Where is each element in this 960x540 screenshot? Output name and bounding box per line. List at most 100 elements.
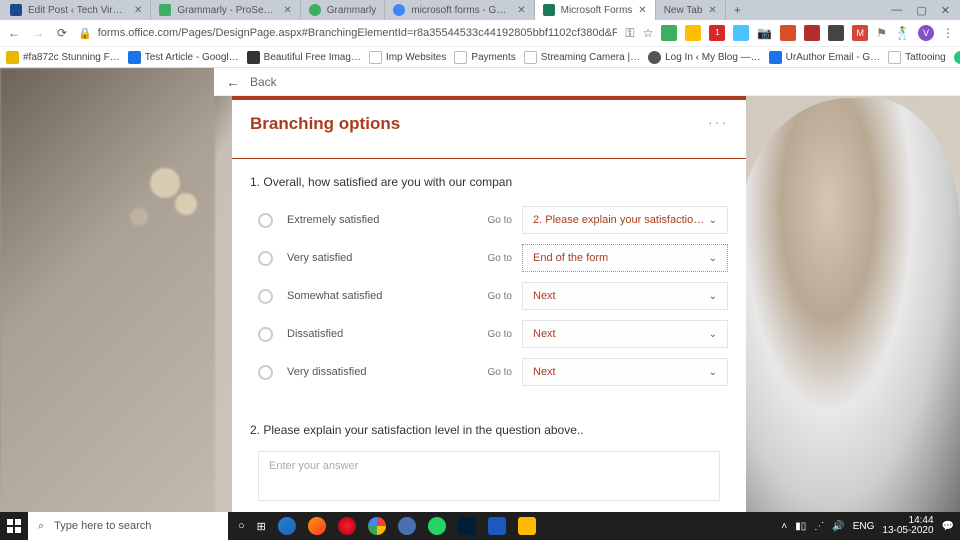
ext-flag-icon[interactable]: ⚑ <box>876 26 887 40</box>
word-icon[interactable] <box>488 517 506 535</box>
notifications-icon[interactable]: 💬 <box>942 521 954 532</box>
chromium-icon[interactable] <box>398 517 416 535</box>
tab-microsoft-forms[interactable]: Microsoft Forms✕ <box>535 0 656 20</box>
tray-volume-icon[interactable]: 🔊 <box>832 521 844 532</box>
close-window-icon[interactable]: ✕ <box>941 4 950 17</box>
bookmark-streaming[interactable]: Streaming Camera |… <box>524 51 640 64</box>
address-bar[interactable]: 🔒 forms.office.com/Pages/DesignPage.aspx… <box>78 27 617 40</box>
bookmark-tattooing[interactable]: Tattooing <box>888 51 946 64</box>
ext-mail-icon[interactable]: M <box>852 25 868 41</box>
goto-dropdown-extremely[interactable]: 2. Please explain your satisfaction leve… <box>522 206 728 234</box>
goto-dropdown-dissatisfied[interactable]: Next⌄ <box>522 320 728 348</box>
ext-dark-icon[interactable] <box>828 25 844 41</box>
tray-wifi-icon[interactable]: ⋰ <box>814 521 824 532</box>
back-label[interactable]: Back <box>250 75 277 89</box>
taskview-icon[interactable]: ⊞ <box>257 520 266 533</box>
close-icon[interactable]: ✕ <box>283 5 291 16</box>
tab-techviral[interactable]: Edit Post ‹ Tech Viral — Wor…✕ <box>2 0 151 20</box>
ext-grammarly-icon[interactable] <box>661 25 677 41</box>
bookmark-imp-websites[interactable]: Imp Websites <box>369 51 446 64</box>
tab-new[interactable]: New Tab✕ <box>656 0 726 20</box>
goto-label: Go to <box>488 291 512 302</box>
radio-icon[interactable] <box>258 251 273 266</box>
edge-icon[interactable] <box>278 517 296 535</box>
ext-orange-icon[interactable] <box>780 25 796 41</box>
goto-dropdown-very[interactable]: End of the form⌄ <box>522 244 728 272</box>
firefox-icon[interactable] <box>308 517 326 535</box>
tray-battery-icon[interactable]: ▮▯ <box>795 521 806 532</box>
key-icon[interactable]: ⚿ <box>625 26 634 41</box>
bookmark-login[interactable]: Log In ‹ My Blog —… <box>648 51 761 64</box>
goto-dropdown-somewhat[interactable]: Next⌄ <box>522 282 728 310</box>
question-1-card: 1. Overall, how satisfied are you with o… <box>246 159 732 401</box>
close-icon[interactable]: ✕ <box>134 5 142 16</box>
cortana-icon[interactable]: ○ <box>238 520 245 532</box>
tray-lang[interactable]: ENG <box>853 521 875 532</box>
chrome-icon[interactable] <box>368 517 386 535</box>
ext-yellow-icon[interactable] <box>685 25 701 41</box>
goto-label: Go to <box>488 215 512 226</box>
radio-icon[interactable] <box>258 327 273 342</box>
taskbar-search[interactable]: ⌕Type here to search <box>28 512 228 540</box>
close-icon[interactable]: ✕ <box>517 5 525 16</box>
radio-icon[interactable] <box>258 213 273 228</box>
whatsapp-icon[interactable] <box>428 517 446 535</box>
option-label: Dissatisfied <box>287 328 488 340</box>
question-1-text: 1. Overall, how satisfied are you with o… <box>250 175 728 189</box>
goto-label: Go to <box>488 253 512 264</box>
tray-chevron-icon[interactable]: ˄ <box>781 521 787 532</box>
profile-avatar[interactable]: V <box>918 25 934 41</box>
ext-red-badge-icon[interactable]: 1 <box>709 25 725 41</box>
bg-image-person <box>740 98 960 528</box>
close-icon[interactable]: ✕ <box>638 5 646 16</box>
back-icon[interactable]: ← <box>6 26 22 40</box>
close-icon[interactable]: ✕ <box>708 5 716 16</box>
menu-icon[interactable]: ⋮ <box>942 26 954 40</box>
ext-dark-red-icon[interactable] <box>804 25 820 41</box>
new-tab-button[interactable]: + <box>726 3 749 17</box>
radio-icon[interactable] <box>258 365 273 380</box>
option-row-somewhat: Somewhat satisfied Go to Next⌄ <box>250 277 728 315</box>
tab-grammarly-proseo[interactable]: Grammarly - ProSeoTools_✕ <box>151 0 300 20</box>
page-title: Branching options <box>250 114 728 134</box>
opera-icon[interactable] <box>338 517 356 535</box>
reload-icon[interactable]: ⟳ <box>54 26 70 40</box>
chevron-down-icon: ⌄ <box>709 291 717 302</box>
ext-camera-icon[interactable]: 📷 <box>757 26 772 40</box>
option-row-very: Very satisfied Go to End of the form⌄ <box>250 239 728 277</box>
question-2-text: 2. Please explain your satisfaction leve… <box>250 423 728 437</box>
star-icon[interactable]: ☆ <box>643 26 654 40</box>
chevron-down-icon: ⌄ <box>709 253 717 264</box>
branching-panel: ··· Branching options 1. Overall, how sa… <box>232 96 746 540</box>
photoshop-icon[interactable] <box>458 517 476 535</box>
start-button[interactable] <box>0 512 28 540</box>
explorer-icon[interactable] <box>518 517 536 535</box>
search-placeholder: Type here to search <box>54 520 151 532</box>
more-icon[interactable]: ··· <box>708 114 728 130</box>
bookmark-test-article[interactable]: Test Article - Googl… <box>128 51 239 64</box>
option-row-dissatisfied: Dissatisfied Go to Next⌄ <box>250 315 728 353</box>
bookmarks-bar: #fa872c Stunning F… Test Article - Googl… <box>0 46 960 68</box>
bookmark-free-images[interactable]: Beautiful Free Imag… <box>247 51 361 64</box>
maximize-icon[interactable]: ▢ <box>916 4 926 17</box>
goto-dropdown-very-dissatisfied[interactable]: Next⌄ <box>522 358 728 386</box>
bookmark-urauthor[interactable]: UrAuthor Email - G… <box>769 51 880 64</box>
answer-textarea[interactable]: Enter your answer <box>258 451 720 501</box>
option-label: Very satisfied <box>287 252 488 264</box>
system-tray: ˄ ▮▯ ⋰ 🔊 ENG 14:4413-05-2020 💬 <box>775 516 960 536</box>
forward-icon[interactable]: → <box>30 26 46 40</box>
lock-icon: 🔒 <box>78 27 92 40</box>
radio-icon[interactable] <box>258 289 273 304</box>
ext-runner-icon[interactable]: 🕺 <box>895 26 910 40</box>
bookmark-live-chat[interactable]: Best Live Chat <box>954 51 960 64</box>
back-arrow-icon[interactable]: ← <box>226 74 240 90</box>
option-label: Extremely satisfied <box>287 214 488 226</box>
minimize-icon[interactable]: — <box>891 4 902 17</box>
tab-grammarly[interactable]: Grammarly <box>301 0 385 20</box>
ext-blue-icon[interactable] <box>733 25 749 41</box>
chevron-down-icon: ⌄ <box>709 215 717 226</box>
tray-clock[interactable]: 14:4413-05-2020 <box>882 516 933 536</box>
tab-google-search[interactable]: microsoft forms - Google Se✕ <box>385 0 534 20</box>
bookmark-payments[interactable]: Payments <box>454 51 515 64</box>
bookmark-stunning[interactable]: #fa872c Stunning F… <box>6 51 120 64</box>
